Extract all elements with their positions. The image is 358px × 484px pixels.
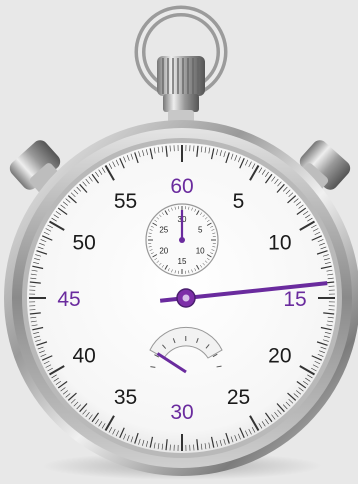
dial-numeral: 35 <box>114 386 137 409</box>
sub-dial-numeral: 5 <box>198 226 203 235</box>
dial-numeral: 20 <box>268 345 291 368</box>
dial-numeral: 30 <box>170 401 193 424</box>
dial-numeral: 25 <box>227 386 250 409</box>
dial-numeral: 55 <box>114 190 137 213</box>
sub-dial: 30510152025 <box>145 203 219 277</box>
dial-numeral: 60 <box>170 175 193 198</box>
sub-dial-numeral: 25 <box>159 226 168 235</box>
dial-numeral: 40 <box>72 345 95 368</box>
sub-dial-numeral: 15 <box>178 257 187 266</box>
dial-numeral: 5 <box>233 190 245 213</box>
sub-dial-numeral: 10 <box>196 247 205 256</box>
sub-dial-pivot <box>179 237 185 243</box>
dial-numeral: 45 <box>57 288 80 311</box>
dial-numeral: 15 <box>283 288 306 311</box>
sub-dial-numeral: 20 <box>159 247 168 256</box>
dial-numeral: 50 <box>72 232 95 255</box>
dial-numeral: 10 <box>268 232 291 255</box>
stopwatch: 60510152025303540455055 30510152025 <box>4 5 358 480</box>
stopwatch-crown-icon <box>134 5 228 128</box>
stopwatch-illustration: 60510152025303540455055 30510152025 <box>0 0 358 484</box>
